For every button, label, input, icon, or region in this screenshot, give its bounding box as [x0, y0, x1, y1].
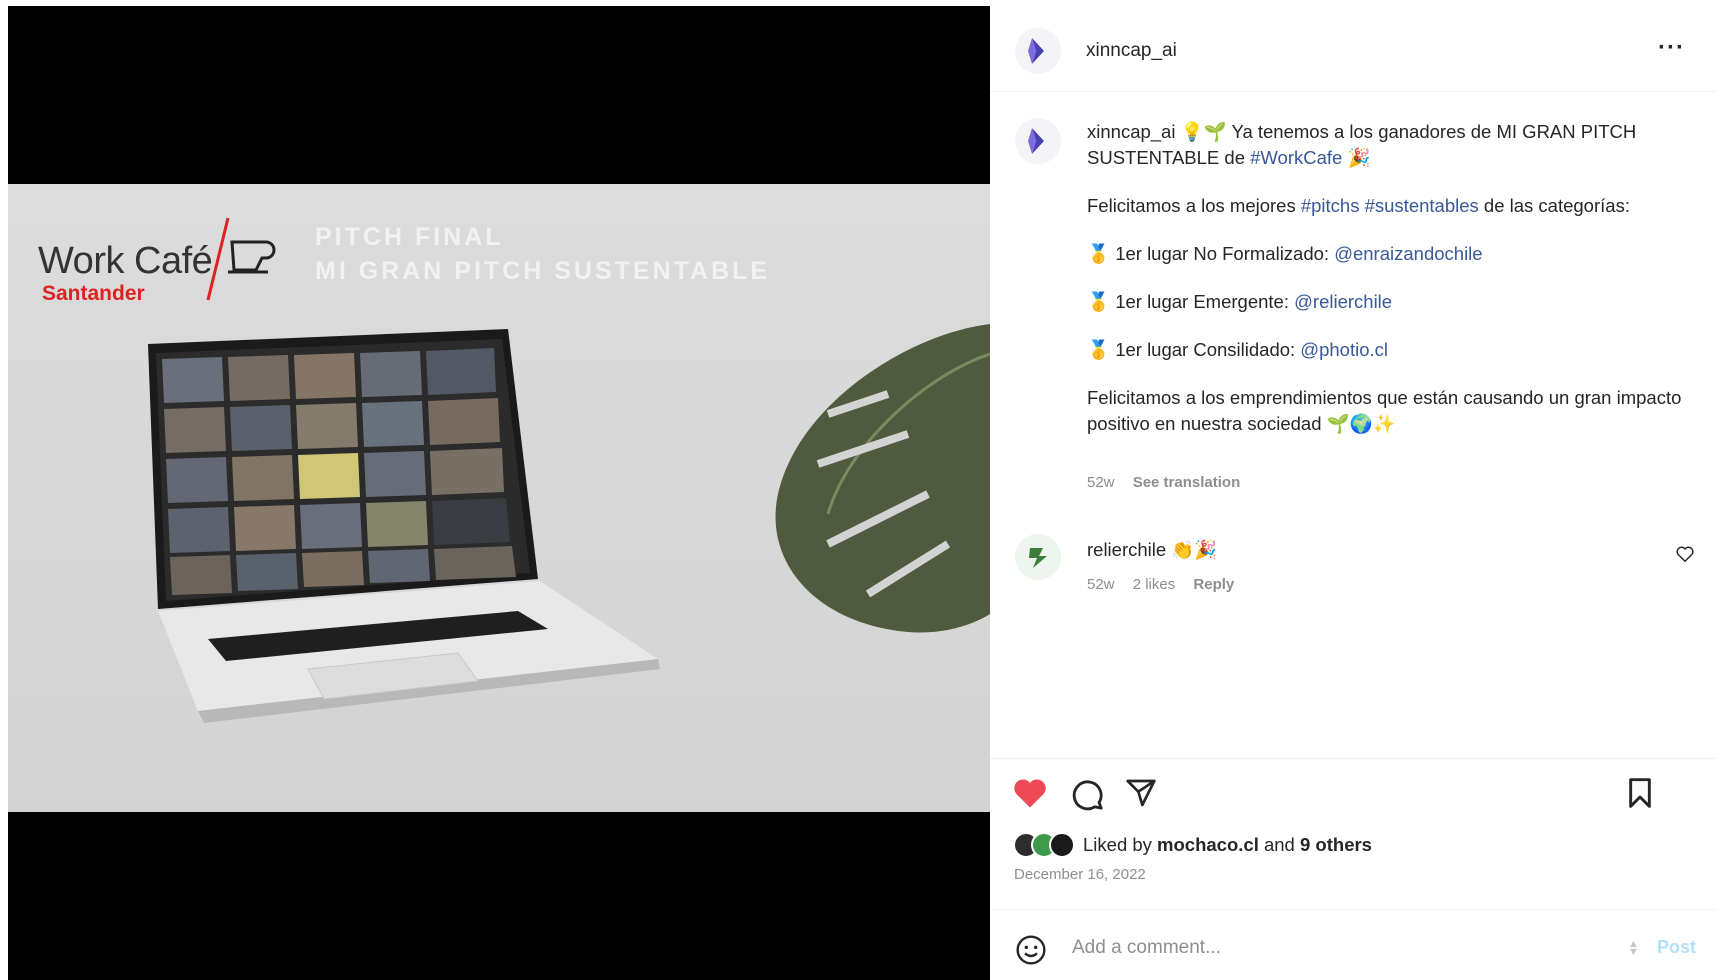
liker-username[interactable]: mochaco.cl [1157, 834, 1259, 855]
caption-author-avatar[interactable] [1015, 118, 1061, 164]
medal-icon: 🥇 [1087, 339, 1111, 360]
winner-1-handle[interactable]: @enraizandochile [1334, 243, 1482, 264]
caption-username[interactable]: xinncap_ai [1087, 121, 1175, 142]
comment-icon [1072, 780, 1103, 811]
brand-work-text: Work Café [38, 240, 213, 282]
post-details-panel: xinncap_ai ··· xinncap_ai 💡🌱 Ya tenemos … [990, 6, 1718, 980]
resize-handle-icon: ▲ ▼ [1628, 938, 1639, 958]
hashtag-workcafe[interactable]: #WorkCafe [1250, 147, 1342, 168]
winner-3: 🥇 1er lugar Consilidado: @photio.cl [1087, 337, 1697, 363]
closing-emoji: 🌱🌍✨ [1326, 413, 1396, 434]
comment-body: relierchile 👏🎉 [1087, 539, 1217, 561]
pitch-line-2: MI GRAN PITCH SUSTENTABLE [315, 257, 771, 285]
heart-icon [1014, 779, 1046, 808]
post-header: xinncap_ai ··· [990, 6, 1718, 92]
likes-text: Liked by mochaco.cl and 9 others [1083, 834, 1372, 856]
caption-closing: Felicitamos a los emprendimientos que es… [1087, 385, 1697, 437]
caption-age: 52w [1087, 474, 1115, 491]
workcafe-logo: Work Café Santander [38, 200, 298, 310]
laptop-illustration [148, 329, 660, 723]
liker-avatar[interactable] [1049, 832, 1075, 858]
comment-likes[interactable]: 2 likes [1133, 576, 1176, 593]
bookmark-icon [1629, 778, 1651, 808]
xinncap-logo-icon [1028, 128, 1044, 154]
share-icon [1126, 779, 1156, 807]
post-caption: xinncap_ai 💡🌱 Ya tenemos a los ganadores… [1087, 119, 1697, 437]
post-comment-button[interactable]: Post [1657, 937, 1696, 958]
author-avatar[interactable] [1015, 28, 1061, 74]
post-image: Work Café Santander PITCH FINAL MI GRAN … [8, 184, 990, 812]
caption-meta: 52w See translation [1087, 474, 1254, 491]
comment-emoji: 👏🎉 [1171, 539, 1218, 560]
caption-intro: xinncap_ai 💡🌱 Ya tenemos a los ganadores… [1087, 119, 1697, 171]
commenter-avatar[interactable] [1015, 534, 1061, 580]
share-button[interactable] [1124, 777, 1158, 814]
post-media[interactable]: Work Café Santander PITCH FINAL MI GRAN … [8, 6, 990, 980]
caption-congrats: Felicitamos a los mejores #pitchs #suste… [1087, 193, 1697, 219]
emoji-picker-button[interactable] [1015, 934, 1047, 971]
more-options-button[interactable]: ··· [1658, 34, 1685, 62]
heart-outline-icon [1676, 546, 1694, 563]
winner-2: 🥇 1er lugar Emergente: @relierchile [1087, 289, 1697, 315]
comment-meta: 52w 2 likes Reply [1087, 576, 1248, 593]
caption-congrats-pre: Felicitamos a los mejores [1087, 195, 1296, 216]
comment-input[interactable] [1072, 930, 1572, 966]
winner-2-handle[interactable]: @relierchile [1294, 291, 1392, 312]
pitch-title: PITCH FINAL MI GRAN PITCH SUSTENTABLE [315, 220, 770, 288]
caption-congrats-post: de las categorías: [1483, 195, 1630, 216]
hashtag-pitchs[interactable]: #pitchs [1301, 195, 1360, 216]
see-translation-button[interactable]: See translation [1133, 474, 1241, 491]
winner-1-label: 1er lugar No Formalizado: [1115, 243, 1330, 264]
medal-icon: 🥇 [1087, 243, 1111, 264]
relierchile-logo-icon [1029, 548, 1047, 568]
add-comment-bar: ▲▼ Post [990, 909, 1718, 980]
likes-prefix: Liked by [1083, 834, 1152, 855]
brand-santander-text: Santander [42, 282, 145, 305]
comment-reply-button[interactable]: Reply [1193, 576, 1234, 593]
comment-username[interactable]: relierchile [1087, 539, 1166, 560]
likes-others-link[interactable]: 9 others [1300, 834, 1372, 855]
comment-button[interactable] [1070, 777, 1104, 816]
winner-3-handle[interactable]: @photio.cl [1300, 339, 1388, 360]
emoji-icon [1016, 935, 1046, 965]
likes-summary: Liked by mochaco.cl and 9 others [1013, 832, 1372, 858]
comment-like-button[interactable] [1676, 546, 1694, 567]
plant-leaf-illustration [775, 324, 990, 633]
comment-age: 52w [1087, 576, 1115, 593]
winner-1: 🥇 1er lugar No Formalizado: @enraizandoc… [1087, 241, 1697, 267]
medal-icon: 🥇 [1087, 291, 1111, 312]
winner-3-label: 1er lugar Consilidado: [1115, 339, 1296, 360]
party-emoji: 🎉 [1347, 147, 1371, 168]
more-icon: ··· [1658, 34, 1685, 61]
like-button[interactable] [1012, 777, 1048, 814]
bulb-sprout-emoji: 💡🌱 [1180, 121, 1227, 142]
winner-2-label: 1er lugar Emergente: [1115, 291, 1289, 312]
likes-and: and [1263, 834, 1295, 855]
post-date: December 16, 2022 [1014, 866, 1146, 883]
author-username[interactable]: xinncap_ai [1086, 40, 1177, 62]
hashtag-sustentables[interactable]: #sustentables [1365, 195, 1479, 216]
post-actions [990, 758, 1718, 818]
save-button[interactable] [1626, 777, 1654, 814]
xinncap-logo-icon [1028, 38, 1044, 64]
pitch-line-1: PITCH FINAL [315, 223, 504, 251]
